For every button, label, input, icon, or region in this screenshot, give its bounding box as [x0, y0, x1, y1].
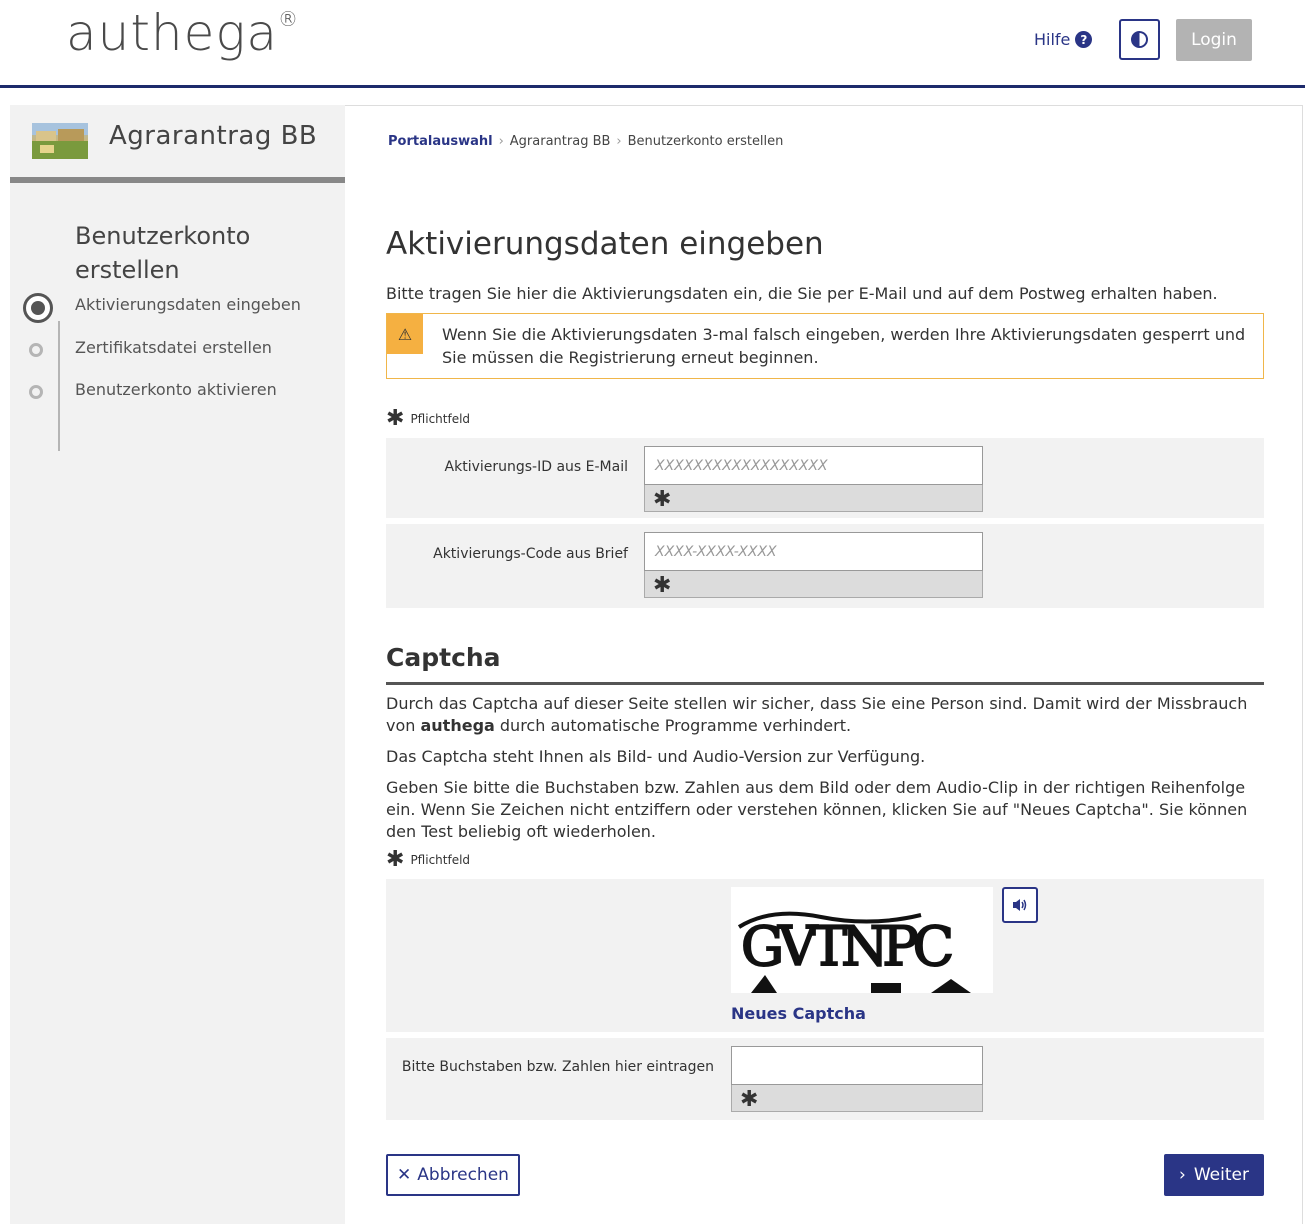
activation-code-label: Aktivierungs-Code aus Brief	[433, 546, 628, 562]
step-active-indicator-icon	[23, 293, 53, 323]
captcha-instructions: Geben Sie bitte die Buchstaben bzw. Zahl…	[386, 778, 1248, 841]
captcha-panel: GVTNPC Neues Captcha	[386, 879, 1264, 1032]
step-indicator-icon	[29, 343, 43, 357]
portal-title: Agrarantrag BB	[109, 121, 318, 151]
warning-box: ⚠ Wenn Sie die Aktivierungsdaten 3-mal f…	[386, 313, 1264, 379]
sidebar-heading: Benutzerkonto erstellen	[75, 222, 251, 284]
required-note: ✱ Pflichtfeld	[386, 406, 471, 431]
warning-icon: ⚠	[387, 314, 423, 354]
breadcrumb-portal-selection[interactable]: Portalauswahl	[388, 134, 493, 149]
sidebar: Agrarantrag BB Benutzerkonto erstellen A…	[10, 105, 345, 1224]
required-star-icon: ✱	[644, 485, 983, 512]
step-label: Zertifikatsdatei erstellen	[75, 338, 272, 357]
warning-text: Wenn Sie die Aktivierungsdaten 3-mal fal…	[442, 325, 1246, 367]
step-label: Benutzerkonto aktivieren	[75, 380, 277, 399]
required-note-label: Pflichtfeld	[410, 412, 471, 426]
captcha-required-note: ✱ Pflichtfeld	[386, 847, 471, 872]
captcha-explanation: Durch das Captcha auf dieser Seite stell…	[386, 693, 1264, 737]
question-circle-icon: ?	[1075, 31, 1093, 48]
logo-text: authega	[66, 4, 279, 62]
breadcrumb-agrarantrag: Agrarantrag BB	[509, 134, 611, 149]
cancel-button[interactable]: ✕ Abbrechen	[386, 1154, 520, 1196]
activation-id-row: Aktivierungs-ID aus E-Mail XXXXXXXXXXXXX…	[386, 438, 1264, 518]
new-captcha-link[interactable]: Neues Captcha	[731, 1004, 866, 1023]
page-title: Aktivierungsdaten eingeben	[386, 226, 824, 262]
portal-header: Agrarantrag BB	[10, 105, 345, 183]
required-star-icon: ✱	[644, 571, 983, 598]
required-note-label: Pflichtfeld	[410, 853, 471, 867]
captcha-brand-bold: authega	[420, 716, 495, 735]
login-button[interactable]: Login	[1176, 19, 1252, 61]
contrast-toggle-button[interactable]	[1119, 19, 1160, 60]
captcha-input[interactable]	[731, 1046, 983, 1085]
captcha-section-title: Captcha	[386, 643, 1264, 685]
required-star-icon: ✱	[386, 406, 405, 431]
close-icon: ✕	[397, 1165, 412, 1185]
breadcrumb-current: Benutzerkonto erstellen	[627, 134, 784, 149]
captcha-input-label: Bitte Buchstaben bzw. Zahlen hier eintra…	[401, 1059, 714, 1075]
help-link[interactable]: Hilfe ?	[1034, 30, 1093, 49]
captcha-text: durch automatische Programme verhindert.	[494, 716, 852, 735]
next-button[interactable]: › Weiter	[1164, 1154, 1264, 1196]
activation-id-input[interactable]: XXXXXXXXXXXXXXXXXX	[644, 446, 983, 485]
logo-registered-mark: ®	[278, 7, 300, 32]
captcha-input-row: Bitte Buchstaben bzw. Zahlen hier eintra…	[386, 1038, 1264, 1120]
site-header: authega® Hilfe ? Login	[0, 0, 1305, 88]
captcha-image: GVTNPC	[731, 887, 993, 993]
contrast-icon	[1131, 31, 1148, 48]
step-indicator-icon	[29, 385, 43, 399]
authega-logo[interactable]: authega®	[66, 4, 299, 62]
required-star-icon: ✱	[386, 847, 405, 872]
audio-captcha-button[interactable]	[1002, 887, 1038, 923]
portal-image	[32, 123, 88, 159]
next-label: Weiter	[1193, 1165, 1249, 1185]
breadcrumb: Portalauswahl › Agrarantrag BB › Benutzerkon…	[388, 134, 783, 149]
captcha-image-text: GVTNPC	[741, 915, 952, 978]
breadcrumb-separator-icon: ›	[498, 134, 504, 149]
help-label: Hilfe	[1034, 30, 1071, 49]
captcha-versions-text: Das Captcha steht Ihnen als Bild- und Au…	[386, 747, 926, 766]
activation-id-label: Aktivierungs-ID aus E-Mail	[444, 459, 628, 475]
step-label: Aktivierungsdaten eingeben	[75, 295, 301, 314]
activation-code-input[interactable]: XXXX-XXXX-XXXX	[644, 532, 983, 571]
speaker-icon	[1013, 899, 1027, 911]
cancel-label: Abbrechen	[417, 1165, 509, 1185]
breadcrumb-separator-icon: ›	[616, 134, 622, 149]
intro-text: Bitte tragen Sie hier die Aktivierungsda…	[386, 284, 1218, 303]
chevron-right-icon: ›	[1179, 1165, 1186, 1185]
activation-code-row: Aktivierungs-Code aus Brief XXXX-XXXX-XX…	[386, 524, 1264, 608]
required-star-icon: ✱	[731, 1085, 983, 1112]
